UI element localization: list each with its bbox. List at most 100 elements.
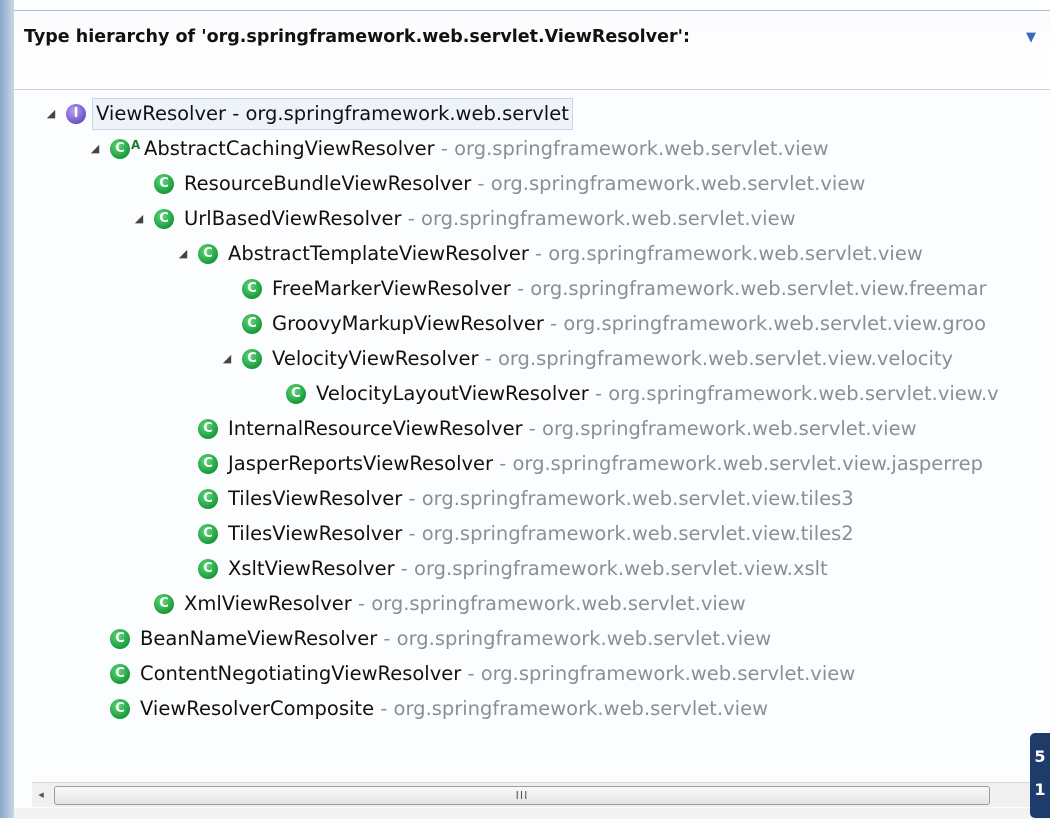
- class-icon: C: [198, 524, 218, 544]
- separator: -: [471, 172, 491, 195]
- class-icon: C: [110, 699, 130, 719]
- view-header: Type hierarchy of 'org.springframework.w…: [14, 11, 1050, 90]
- type-name: BeanNameViewResolver: [140, 627, 378, 650]
- tree-row[interactable]: ◢ C UrlBasedViewResolver - org.springframe…: [14, 202, 1050, 236]
- tree-row-label: TilesViewResolver - org.springframework.…: [228, 517, 854, 551]
- class-icon: C: [110, 139, 130, 159]
- separator: -: [394, 557, 415, 580]
- tree-row[interactable]: C ResourceBundleViewResolver - org.spring…: [14, 167, 1050, 201]
- chevron-down-icon[interactable]: ▼: [1022, 29, 1040, 47]
- expanded-twisty-icon[interactable]: ◢: [220, 342, 234, 376]
- separator: -: [401, 207, 422, 230]
- tree-row[interactable]: C JasperReportsViewResolver - org.springf…: [14, 447, 1050, 481]
- tree-row[interactable]: C TilesViewResolver - org.springframework…: [14, 517, 1050, 551]
- tree-row[interactable]: ◢ C A AbstractCachingViewResolver - org.spr…: [14, 132, 1050, 166]
- class-icon: C: [198, 489, 218, 509]
- tree-row[interactable]: C InternalResourceViewResolver - org.spri…: [14, 412, 1050, 446]
- expanded-twisty-icon[interactable]: ◢: [132, 202, 146, 236]
- tree-row-label: ContentNegotiatingViewResolver - org.spr…: [140, 657, 855, 691]
- separator: -: [402, 487, 422, 510]
- package-name: org.springframework.web.servlet.view.fre…: [530, 277, 987, 300]
- type-name: ResourceBundleViewResolver: [184, 172, 472, 195]
- floating-widget-top: 5: [1034, 747, 1046, 766]
- type-name: ContentNegotiatingViewResolver: [140, 662, 462, 685]
- class-icon: C: [198, 454, 218, 474]
- expanded-twisty-icon[interactable]: ◢: [44, 97, 58, 131]
- class-icon: C: [242, 279, 262, 299]
- package-name: org.springframework.web.servlet.view.xsl…: [414, 557, 828, 580]
- class-icon: C: [198, 559, 218, 579]
- class-icon: C: [110, 629, 130, 649]
- package-name: org.springframework.web.servlet.view: [490, 172, 866, 195]
- tree-row[interactable]: C VelocityLayoutViewResolver - org.spring…: [14, 377, 1050, 411]
- package-name: org.springframework.web.servlet.view: [421, 207, 796, 230]
- type-name: FreeMarkerViewResolver: [272, 277, 511, 300]
- type-name: InternalResourceViewResolver: [228, 417, 523, 440]
- type-hierarchy-view: Type hierarchy of 'org.springframework.w…: [14, 10, 1050, 819]
- scroll-left-icon[interactable]: ◂: [32, 785, 50, 805]
- class-icon: C: [198, 419, 218, 439]
- package-name: org.springframework.web.servlet.view.gro…: [563, 312, 987, 335]
- status-strip: [14, 808, 1050, 819]
- tree-row[interactable]: ◢ I ViewResolver - org.springframework.web…: [14, 97, 1050, 131]
- tree-row[interactable]: C ContentNegotiatingViewResolver - org.sp…: [14, 657, 1050, 691]
- type-name: AbstractCachingViewResolver: [144, 137, 435, 160]
- tree-row-label: VelocityLayoutViewResolver - org.springf…: [316, 377, 999, 411]
- page-title: Type hierarchy of 'org.springframework.w…: [24, 27, 690, 47]
- horizontal-scrollbar[interactable]: ◂ III: [32, 782, 1032, 807]
- tree-row[interactable]: C GroovyMarkupViewResolver - org.springfr…: [14, 307, 1050, 341]
- expanded-twisty-icon[interactable]: ◢: [88, 132, 102, 166]
- type-name: JasperReportsViewResolver: [228, 452, 494, 475]
- separator: -: [510, 277, 531, 300]
- package-name: org.springframework.web.servlet.view: [393, 697, 769, 720]
- separator: -: [377, 627, 397, 650]
- tree-row[interactable]: ◢ C AbstractTemplateViewResolver - org.spr…: [14, 237, 1050, 271]
- class-icon: C: [286, 384, 306, 404]
- tree-row-label: ResourceBundleViewResolver - org.springf…: [184, 167, 865, 201]
- type-name: VelocityViewResolver: [272, 347, 479, 370]
- tree-row[interactable]: C ViewResolverComposite - org.springframe…: [14, 692, 1050, 726]
- tree-row-label: XmlViewResolver - org.springframework.we…: [184, 587, 746, 621]
- package-name: org.springframework.web.servlet.view: [542, 417, 917, 440]
- tree-row[interactable]: C BeanNameViewResolver - org.springframew…: [14, 622, 1050, 656]
- abstract-marker-icon: A: [131, 138, 141, 152]
- type-name: ViewResolverComposite: [140, 697, 375, 720]
- separator: -: [434, 137, 455, 160]
- tree-row[interactable]: C FreeMarkerViewResolver - org.springfram…: [14, 272, 1050, 306]
- expanded-twisty-icon[interactable]: ◢: [176, 237, 190, 271]
- tree-row[interactable]: C XsltViewResolver - org.springframework.…: [14, 552, 1050, 586]
- separator: -: [351, 592, 372, 615]
- package-name: org.springframework.web.servlet.view: [371, 592, 746, 615]
- package-name: org.springframework.web.servlet: [245, 102, 569, 125]
- tree-row-label: FreeMarkerViewResolver - org.springframe…: [272, 272, 987, 306]
- grip-icon: III: [515, 789, 529, 802]
- package-name: org.springframework.web.servlet.view: [396, 627, 772, 650]
- interface-icon: I: [66, 104, 86, 124]
- separator: -: [402, 522, 422, 545]
- tree-row-label: AbstractTemplateViewResolver - org.sprin…: [228, 237, 923, 271]
- tree-row-label: ViewResolver - org.springframework.web.s…: [92, 98, 573, 130]
- package-name: org.springframework.web.servlet.view: [480, 662, 856, 685]
- package-name: org.springframework.web.servlet.view: [454, 137, 829, 160]
- tree-row-label: VelocityViewResolver - org.springframewo…: [272, 342, 953, 376]
- class-icon: C: [154, 174, 174, 194]
- tree-row-label: ViewResolverComposite - org.springframew…: [140, 692, 768, 726]
- class-icon: C: [242, 314, 262, 334]
- tree-row[interactable]: C TilesViewResolver - org.springframework…: [14, 482, 1050, 516]
- scrollbar-thumb[interactable]: III: [54, 786, 990, 805]
- package-name: org.springframework.web.servlet.view.til…: [421, 522, 854, 545]
- tree-row[interactable]: C XmlViewResolver - org.springframework.w…: [14, 587, 1050, 621]
- separator: -: [374, 697, 394, 720]
- tree-row-label: AbstractCachingViewResolver - org.spring…: [144, 132, 829, 166]
- type-name: XsltViewResolver: [228, 557, 395, 580]
- separator: -: [522, 417, 543, 440]
- tree-row-label: BeanNameViewResolver - org.springframewo…: [140, 622, 771, 656]
- class-icon: C: [154, 209, 174, 229]
- type-name: GroovyMarkupViewResolver: [272, 312, 544, 335]
- hierarchy-tree: ◢ I ViewResolver - org.springframework.web…: [14, 97, 1050, 747]
- class-icon: C: [198, 244, 218, 264]
- floating-widget[interactable]: 5 1: [1030, 733, 1050, 818]
- package-name: org.springframework.web.servlet.view.v: [608, 382, 999, 405]
- tree-row[interactable]: ◢ C VelocityViewResolver - org.springframe…: [14, 342, 1050, 376]
- tree-row-label: UrlBasedViewResolver - org.springframewo…: [184, 202, 796, 236]
